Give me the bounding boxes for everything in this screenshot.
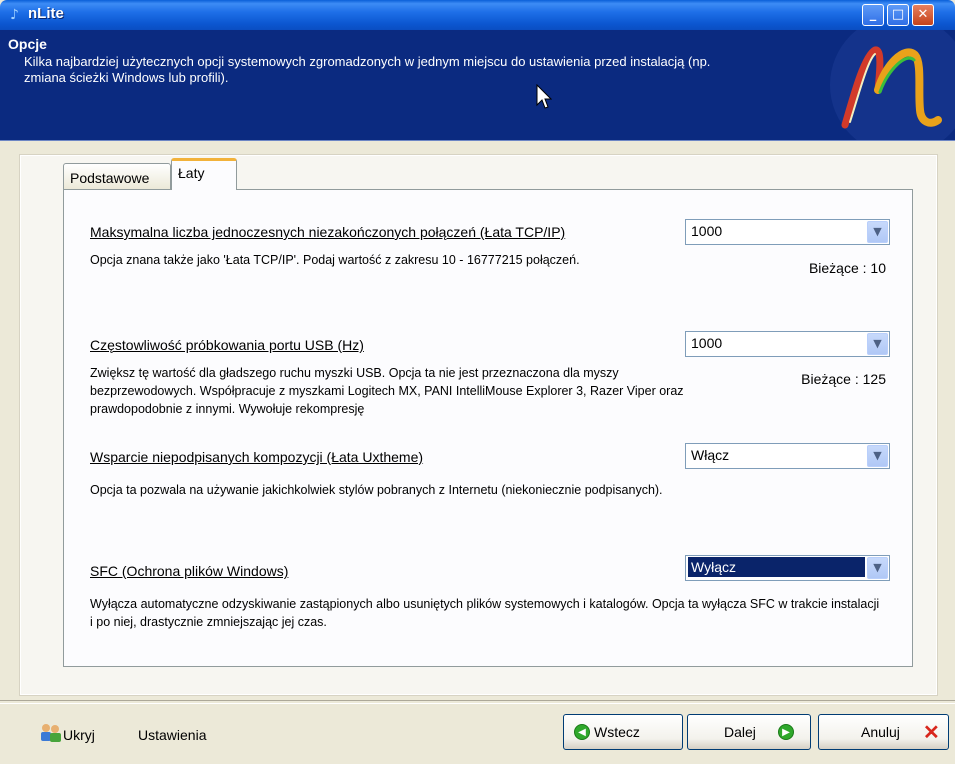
- maximize-button[interactable]: □: [887, 4, 909, 26]
- chevron-down-icon[interactable]: ▼: [867, 221, 888, 243]
- option-title-tcpip: Maksymalna liczba jednoczesnych niezakoń…: [90, 224, 566, 240]
- arrow-right-icon: ▶: [778, 724, 794, 740]
- minimize-button[interactable]: _: [862, 4, 884, 26]
- tcpip-connections-combo[interactable]: 1000 ▼: [685, 219, 890, 245]
- back-button-label: Wstecz: [594, 724, 640, 740]
- option-title-uxtheme: Wsparcie niepodpisanych kompozycji (Łata…: [90, 449, 424, 465]
- chevron-down-icon[interactable]: ▼: [867, 557, 888, 579]
- footer-divider: [0, 700, 955, 704]
- chevron-down-icon[interactable]: ▼: [867, 333, 888, 355]
- current-value-usb: Bieżące : 125: [801, 371, 886, 387]
- back-button[interactable]: ◀ Wstecz: [563, 714, 683, 750]
- close-x-icon: ✕: [923, 722, 940, 744]
- combo-value: Włącz: [691, 447, 730, 463]
- option-description-sfc: Wyłącza automatyczne odzyskiwanie zastąp…: [90, 597, 880, 629]
- page-header: Opcje Kilka najbardziej użytecznych opcj…: [0, 30, 955, 141]
- cancel-button[interactable]: Anuluj ✕: [818, 714, 949, 750]
- current-value-tcpip: Bieżące : 10: [808, 260, 886, 276]
- window-title: nLite: [28, 5, 64, 22]
- next-button-label: Dalej: [724, 724, 756, 740]
- settings-link[interactable]: Ustawienia: [138, 727, 206, 743]
- tab-label: Łaty: [178, 165, 205, 181]
- chevron-down-icon[interactable]: ▼: [867, 445, 888, 467]
- tab-label: Podstawowe: [70, 170, 150, 186]
- option-description-uxtheme: Opcja ta pozwala na używanie jakichkolwi…: [90, 483, 663, 497]
- minimize-icon: _: [869, 7, 877, 22]
- title-bar[interactable]: ♪ nLite _ □ ✕: [0, 0, 955, 30]
- cancel-button-label: Anuluj: [861, 724, 900, 740]
- tab-podstawowe[interactable]: Podstawowe: [63, 163, 171, 189]
- page-title: Opcje: [8, 36, 47, 52]
- option-description-tcpip: Opcja znana także jako 'Łata TCP/IP'. Po…: [90, 253, 580, 267]
- nlite-app-icon: ♪: [10, 7, 19, 23]
- nlite-logo: [830, 30, 955, 140]
- combo-value: 1000: [691, 223, 723, 239]
- combo-value: Wyłącz: [688, 557, 865, 577]
- maximize-icon: □: [891, 7, 905, 22]
- hide-link[interactable]: Ukryj: [63, 727, 95, 743]
- usb-polling-combo[interactable]: 1000 ▼: [685, 331, 890, 357]
- next-button[interactable]: Dalej ▶: [687, 714, 811, 750]
- sfc-combo[interactable]: Wyłącz ▼: [685, 555, 890, 581]
- tab-laty[interactable]: Łaty: [171, 158, 237, 190]
- uxtheme-combo[interactable]: Włącz ▼: [685, 443, 890, 469]
- option-title-sfc: SFC (Ochrona plików Windows): [90, 563, 289, 579]
- mouse-cursor-icon: [536, 84, 552, 109]
- close-button[interactable]: ✕: [912, 4, 934, 26]
- option-title-usb: Częstowliwość próbkowania portu USB (Hz): [90, 337, 364, 353]
- page-description: Kilka najbardziej użytecznych opcji syst…: [24, 54, 711, 85]
- nlite-window: ♪ nLite _ □ ✕ Opcje Kilka najbardziej uż…: [0, 0, 955, 764]
- combo-value: 1000: [691, 335, 723, 351]
- close-icon: ✕: [917, 7, 929, 22]
- option-description-usb: Zwiększ tę wartość dla gładszego ruchu m…: [90, 366, 684, 416]
- arrow-left-icon: ◀: [574, 724, 590, 740]
- users-icon[interactable]: [40, 723, 62, 743]
